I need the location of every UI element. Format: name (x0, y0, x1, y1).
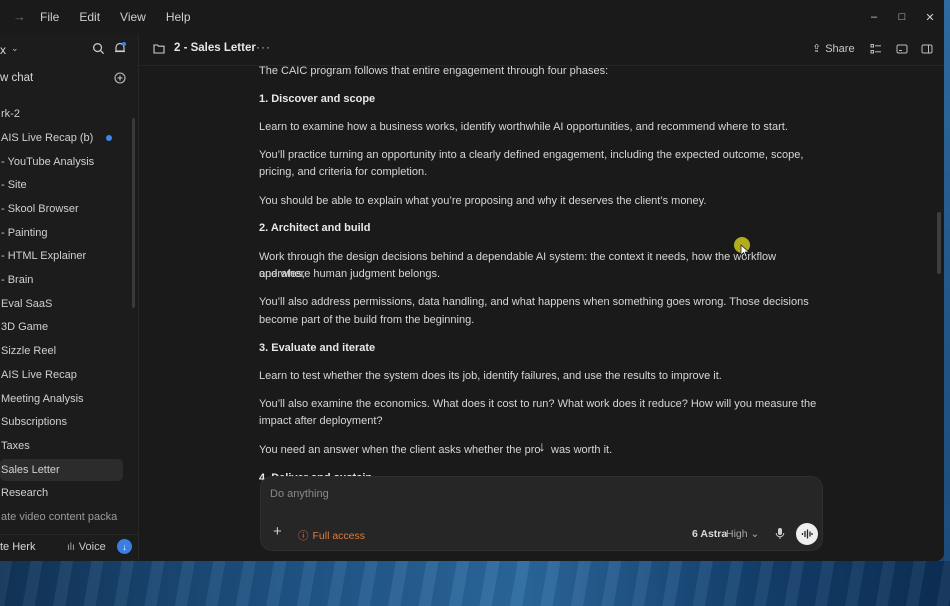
chevron-down-icon[interactable]: ⌄ (11, 43, 19, 54)
chat-title[interactable]: 2 - Sales Letter (174, 42, 256, 54)
sidebar-chat-item-active[interactable]: Sales Letter (0, 459, 123, 481)
sidebar: x ⌄ w chat rk-2 AIS Live Recap (b) - You… (0, 34, 139, 561)
more-options-icon[interactable]: ··· (256, 40, 271, 54)
prompt-input[interactable]: Do anything (270, 488, 329, 500)
unread-dot (106, 135, 112, 141)
reasoning-level-selector[interactable]: High ⌄ (726, 528, 759, 540)
paragraph: You’ll also address permissions, data ha… (259, 296, 809, 308)
sidebar-section-label: rk-2 (1, 108, 20, 120)
paragraph: Learn to test whether the system does it… (259, 370, 722, 382)
workspace-name[interactable]: x (0, 43, 6, 57)
paragraph: impact after deployment? (259, 415, 383, 427)
paragraph: was worth it. (551, 444, 613, 456)
sidebar-scrollbar[interactable] (132, 118, 135, 308)
panel-icon[interactable] (896, 43, 908, 55)
sidebar-header: x ⌄ (0, 41, 139, 59)
sidebar-chat-item[interactable]: Taxes (0, 435, 123, 457)
sidebar-chat-item[interactable]: - Painting (0, 222, 123, 244)
sidebar-chat-item[interactable]: Sizzle Reel (0, 340, 123, 362)
composer: Do anything + ⓘ Full access 6 Astra High … (260, 476, 823, 551)
menu-edit[interactable]: Edit (79, 10, 100, 24)
paragraph: You’ll also examine the economics. What … (259, 398, 817, 410)
menu-help[interactable]: Help (166, 10, 191, 24)
sidebar-footer: te Herk ılı Voice ↓ (0, 534, 139, 558)
add-attachment-button[interactable]: + (273, 524, 282, 539)
sidebar-chat-item[interactable]: AIS Live Recap (b) (0, 127, 123, 149)
window-controls: – □ ✕ (860, 0, 944, 34)
sidebar-chat-item[interactable]: ate video content packa (0, 506, 123, 528)
desktop-wallpaper-bottom (0, 561, 950, 606)
sidebar-chat-item[interactable]: - Site (0, 174, 123, 196)
folder-icon (153, 44, 165, 54)
notification-bell-icon[interactable] (113, 41, 127, 55)
sidebar-chat-item[interactable]: Meeting Analysis (0, 388, 123, 410)
paragraph: The CAIC program follows that entire eng… (259, 65, 609, 77)
desktop-wallpaper-right (944, 0, 950, 606)
sidebar-chat-item[interactable]: Eval SaaS (0, 293, 123, 315)
section-heading: 2. Architect and build (259, 222, 371, 234)
minimize-button[interactable]: – (860, 0, 888, 34)
voice-button[interactable]: ılı Voice (67, 541, 106, 553)
section-heading: 1. Discover and scope (259, 93, 376, 105)
maximize-button[interactable]: □ (888, 0, 916, 34)
main-panel: 2 - Sales Letter ··· ⇪ Share The CAIC pro… (139, 34, 944, 561)
sidebar-toggle-icon[interactable] (921, 43, 933, 55)
waveform-icon: ılı (67, 542, 75, 553)
download-icon[interactable]: ↓ (117, 539, 132, 554)
message-content: The CAIC program follows that entire eng… (259, 64, 819, 482)
menu-view[interactable]: View (120, 10, 146, 24)
paragraph: pricing, and criteria for completion. (259, 166, 428, 178)
close-button[interactable]: ✕ (916, 0, 944, 34)
paragraph: You’ll practice turning an opportunity i… (259, 149, 804, 161)
chevron-down-icon: ⌄ (750, 528, 760, 540)
sidebar-chat-item[interactable]: Subscriptions (0, 411, 123, 433)
share-button[interactable]: ⇪ Share (812, 42, 855, 55)
sidebar-chat-item[interactable]: - Brain (0, 269, 123, 291)
paragraph: Learn to examine how a business works, i… (259, 121, 788, 133)
title-bar: → File Edit View Help – □ ✕ (0, 0, 944, 34)
share-icon: ⇪ (812, 43, 822, 55)
sidebar-chat-item[interactable]: - HTML Explainer (0, 245, 123, 267)
scroll-to-bottom-button[interactable]: ↓ (532, 436, 552, 456)
sidebar-chat-item[interactable]: 3D Game (0, 316, 123, 338)
content-scrollbar[interactable] (937, 212, 941, 274)
new-chat-icon[interactable] (114, 72, 126, 84)
sidebar-chat-item[interactable]: - Skool Browser (0, 198, 123, 220)
sidebar-chat-item[interactable]: Research (0, 482, 123, 504)
user-name[interactable]: te Herk (0, 541, 35, 553)
app-window: → File Edit View Help – □ ✕ x ⌄ w chat r… (0, 0, 944, 561)
voice-send-button[interactable] (796, 523, 818, 545)
paragraph: You need an answer when the client asks … (259, 444, 541, 456)
checklist-icon[interactable] (870, 43, 882, 55)
sidebar-chat-item[interactable]: AIS Live Recap (0, 364, 123, 386)
paragraph: become part of the build from the beginn… (259, 314, 475, 326)
warning-icon: ⓘ (298, 530, 309, 542)
waveform-icon (801, 529, 813, 539)
mouse-cursor-icon (740, 244, 750, 258)
model-selector[interactable]: 6 Astra (692, 528, 727, 540)
search-icon[interactable] (92, 42, 105, 55)
access-mode-button[interactable]: ⓘ Full access (298, 528, 365, 543)
forward-arrow-icon[interactable]: → (13, 9, 26, 24)
menu-file[interactable]: File (40, 10, 59, 24)
chat-header: 2 - Sales Letter ··· ⇪ Share (139, 34, 944, 66)
microphone-icon[interactable] (774, 527, 786, 540)
paragraph: You should be able to explain what you’r… (259, 195, 707, 207)
sidebar-chat-item[interactable]: - YouTube Analysis (0, 151, 123, 173)
new-chat-button[interactable]: w chat (0, 72, 33, 84)
menu-bar: File Edit View Help (40, 10, 211, 24)
paragraph: and where human judgment belongs. (259, 268, 441, 280)
section-heading: 3. Evaluate and iterate (259, 342, 376, 354)
